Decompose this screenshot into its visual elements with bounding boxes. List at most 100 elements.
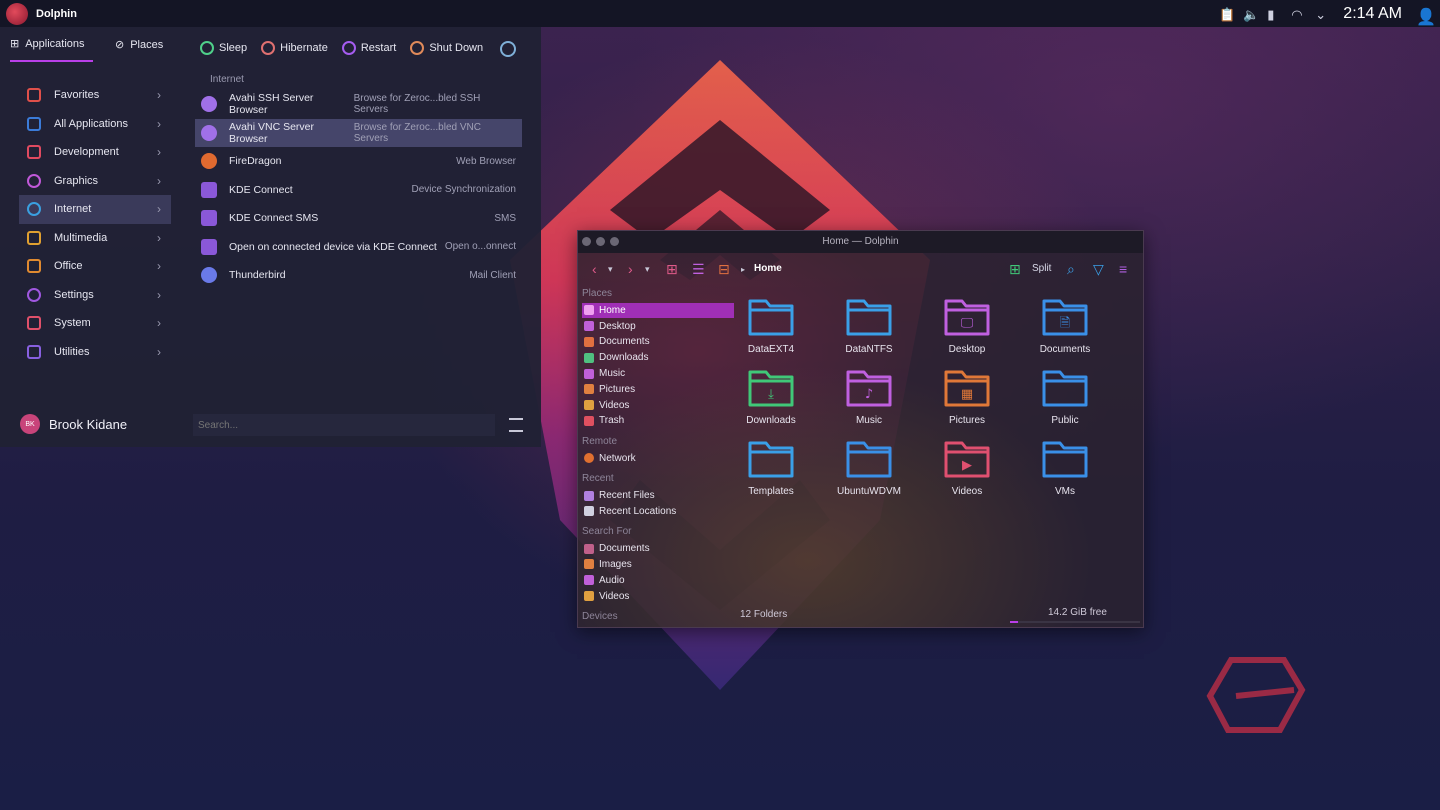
split-label[interactable]: Split bbox=[1032, 263, 1051, 274]
search-icon[interactable]: ⌕ bbox=[1067, 261, 1075, 278]
place-recent-locations[interactable]: Recent Locations bbox=[582, 503, 734, 519]
icons-view-icon[interactable]: ⊞ bbox=[666, 261, 678, 278]
filter-icon[interactable]: ▽ bbox=[1093, 261, 1104, 278]
hibernate-button[interactable]: Hibernate bbox=[261, 41, 328, 55]
dolphin-app-icon[interactable] bbox=[6, 2, 28, 25]
clock[interactable]: 2:14 AM bbox=[1343, 5, 1402, 23]
search-images[interactable]: Images bbox=[582, 557, 734, 573]
section-title: Internet bbox=[210, 74, 244, 85]
hamburger-menu-icon[interactable]: ≡ bbox=[1119, 261, 1127, 277]
restart-button[interactable]: Restart bbox=[341, 41, 396, 55]
search-videos[interactable]: Videos bbox=[582, 588, 734, 604]
title-bar[interactable]: Home — Dolphin bbox=[578, 231, 1143, 253]
category-graphics[interactable]: Graphics › bbox=[19, 167, 171, 196]
folder-item[interactable]: VMs bbox=[1020, 435, 1110, 497]
place-network[interactable]: Network bbox=[582, 450, 734, 466]
app-description: Open o...onnect bbox=[444, 241, 516, 253]
svg-text:🗎: 🗎 bbox=[1060, 316, 1070, 331]
place-pictures[interactable]: Pictures bbox=[582, 381, 734, 397]
breadcrumb-chevron-icon: ▸ bbox=[741, 265, 746, 274]
app-kde-connect[interactable]: KDE Connect Device Synchronization bbox=[195, 176, 522, 205]
tab-applications[interactable]: ⊞ Applications bbox=[10, 37, 93, 62]
places-panel: Places Home Desktop Documents Downloads … bbox=[582, 287, 734, 625]
audio-icon bbox=[584, 575, 594, 586]
place-label: Documents bbox=[599, 543, 650, 555]
svg-text:▦: ▦ bbox=[961, 387, 973, 402]
kde-connect-icon bbox=[201, 238, 217, 255]
folder-item[interactable]: 🗎 Documents bbox=[1020, 293, 1110, 355]
forward-icon[interactable]: › bbox=[628, 261, 633, 277]
tab-places[interactable]: ⊘ Places bbox=[115, 37, 163, 62]
place-videos[interactable]: Videos bbox=[582, 397, 734, 413]
category-system[interactable]: System › bbox=[19, 309, 171, 338]
folder-label: DataNTFS bbox=[845, 344, 893, 355]
app-kde-connect-sms[interactable]: KDE Connect SMS SMS bbox=[195, 204, 522, 233]
launcher-search-input[interactable] bbox=[193, 414, 495, 436]
place-label: Pictures bbox=[599, 383, 636, 395]
search-documents[interactable]: Documents bbox=[582, 541, 734, 557]
folder-item[interactable]: 🖵 Desktop bbox=[922, 293, 1012, 355]
category-multimedia[interactable]: Multimedia › bbox=[19, 224, 171, 253]
folder-icon: ▦ bbox=[944, 370, 990, 407]
chevron-down-icon[interactable]: ▾ bbox=[608, 264, 613, 275]
category-utilities[interactable]: Utilities › bbox=[19, 338, 171, 367]
chevron-down-icon[interactable]: ▾ bbox=[645, 264, 650, 275]
breadcrumb[interactable]: Home bbox=[754, 263, 782, 274]
recent-heading: Recent bbox=[582, 473, 614, 485]
hibernate-icon bbox=[261, 41, 276, 55]
folder-label: Videos bbox=[951, 486, 983, 497]
app-avahi-vnc[interactable]: Avahi VNC Server Browser Browse for Zeroc… bbox=[195, 118, 522, 147]
place-desktop[interactable]: Desktop bbox=[582, 318, 734, 334]
switch-user-icon[interactable] bbox=[500, 41, 516, 57]
category-development[interactable]: Development › bbox=[19, 138, 171, 167]
place-music[interactable]: Music bbox=[582, 366, 734, 382]
place-recent-files[interactable]: Recent Files bbox=[582, 488, 734, 504]
compact-view-icon[interactable]: ⊟ bbox=[718, 261, 730, 278]
app-open-on-device[interactable]: Open on connected device via KDE Connect… bbox=[195, 233, 522, 262]
documents-icon bbox=[584, 543, 594, 554]
category-office[interactable]: Office › bbox=[19, 252, 171, 281]
app-description: Web Browser bbox=[456, 155, 516, 167]
top-panel: Dolphin 📋 🔈 ▮ ◠ ⌄ 2:14 AM 👤 bbox=[0, 0, 1440, 27]
user-icon[interactable]: 👤 bbox=[1416, 7, 1436, 26]
wifi-icon[interactable]: ◠ bbox=[1291, 7, 1305, 22]
app-avahi-ssh[interactable]: Avahi SSH Server Browser Browse for Zeroc… bbox=[195, 90, 522, 119]
clipboard-icon[interactable]: 📋 bbox=[1219, 7, 1235, 22]
shut-down-button[interactable]: Shut Down bbox=[410, 41, 483, 55]
details-view-icon[interactable]: ☰ bbox=[692, 261, 705, 278]
folder-item[interactable]: ▦ Pictures bbox=[922, 364, 1012, 426]
place-downloads[interactable]: Downloads bbox=[582, 350, 734, 366]
folder-label: Templates bbox=[748, 486, 794, 497]
folder-label: Pictures bbox=[948, 415, 986, 426]
folder-item[interactable]: DataEXT4 bbox=[726, 293, 816, 355]
split-icon[interactable]: ⊞ bbox=[1009, 261, 1021, 278]
app-firedragon[interactable]: FireDragon Web Browser bbox=[195, 147, 522, 176]
folder-item[interactable]: Public bbox=[1020, 364, 1110, 426]
chevron-down-icon[interactable]: ⌄ bbox=[1315, 7, 1329, 22]
sleep-button[interactable]: Sleep bbox=[200, 41, 247, 55]
app-thunderbird[interactable]: Thunderbird Mail Client bbox=[195, 261, 522, 290]
category-settings[interactable]: Settings › bbox=[19, 281, 171, 310]
user-area[interactable]: BK Brook Kidane bbox=[20, 414, 127, 434]
category-favorites[interactable]: Favorites › bbox=[19, 81, 171, 110]
configure-icon[interactable] bbox=[509, 418, 523, 432]
battery-icon[interactable]: ▮ bbox=[1267, 7, 1281, 22]
place-trash[interactable]: Trash bbox=[582, 413, 734, 429]
place-documents[interactable]: Documents bbox=[582, 334, 734, 350]
back-icon[interactable]: ‹ bbox=[592, 261, 597, 277]
folder-label: Music bbox=[855, 415, 883, 426]
music-icon bbox=[584, 368, 594, 379]
folder-item[interactable]: UbuntuWDVM bbox=[824, 435, 914, 497]
category-all-applications[interactable]: All Applications › bbox=[19, 110, 171, 139]
place-home[interactable]: Home bbox=[582, 302, 734, 319]
folder-item[interactable]: ⤓ Downloads bbox=[726, 364, 816, 426]
folder-label: UbuntuWDVM bbox=[837, 486, 901, 497]
volume-icon[interactable]: 🔈 bbox=[1243, 7, 1259, 22]
search-audio[interactable]: Audio bbox=[582, 572, 734, 588]
folder-item[interactable]: DataNTFS bbox=[824, 293, 914, 355]
folder-item[interactable]: ▶ Videos bbox=[922, 435, 1012, 497]
category-label: Multimedia bbox=[54, 231, 108, 244]
folder-item[interactable]: ♪ Music bbox=[824, 364, 914, 426]
category-internet[interactable]: Internet › bbox=[19, 195, 171, 224]
folder-item[interactable]: Templates bbox=[726, 435, 816, 497]
